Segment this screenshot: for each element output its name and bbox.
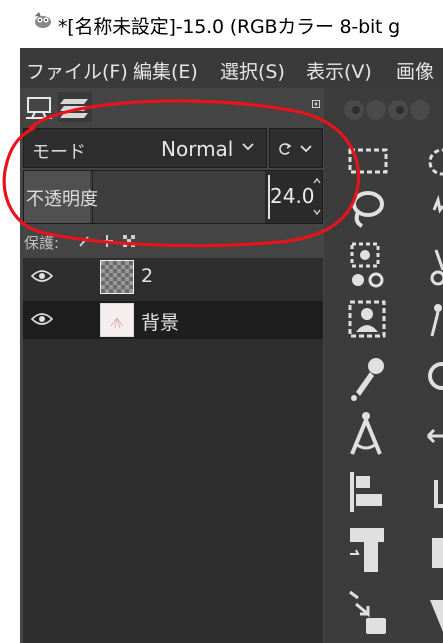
mode-combo[interactable]: モード Normal <box>23 128 267 168</box>
layers-icon <box>60 99 88 118</box>
zoom-icon[interactable] <box>424 360 443 396</box>
opacity-label: 不透明度 <box>26 189 98 210</box>
layer-name[interactable]: 2 <box>141 265 153 287</box>
tab-layers[interactable] <box>58 92 92 122</box>
menu-image[interactable]: 画像 <box>396 57 434 84</box>
lock-position-icon[interactable] <box>100 234 114 248</box>
lock-label: 保護: <box>24 234 60 252</box>
dock-menu-icon[interactable] <box>312 100 320 108</box>
layer-row[interactable]: 背景 <box>23 301 323 339</box>
wilber-banner-icon <box>344 100 430 120</box>
menu-bar: ファイル(F) 編集(E) 選択(S) 表示(V) 画像 <box>20 48 443 88</box>
lock-alpha-icon[interactable] <box>122 234 136 248</box>
thumbnail-sketch <box>110 317 124 329</box>
layer-thumbnail <box>100 260 134 294</box>
perspective-icon[interactable] <box>424 596 443 636</box>
ellipse-select-icon[interactable] <box>424 144 443 180</box>
rotate-icon[interactable] <box>424 532 443 576</box>
dock-tabs <box>20 88 324 126</box>
composite-mode-icon <box>279 143 292 155</box>
menu-view[interactable]: 表示(V) <box>306 57 372 84</box>
tab-display[interactable] <box>22 92 56 122</box>
layers-dock: モード Normal 不透明度 24.0 保護: 2 背景 <box>20 88 324 643</box>
mode-label: モード <box>32 142 86 163</box>
display-icon <box>26 97 52 119</box>
toolbox <box>324 88 443 643</box>
eye-icon[interactable] <box>31 312 53 326</box>
paths-icon[interactable] <box>424 302 443 342</box>
chevron-down-icon <box>242 143 254 151</box>
menu-file[interactable]: ファイル(F) <box>26 57 128 84</box>
menu-select[interactable]: 選択(S) <box>220 57 285 84</box>
menu-edit[interactable]: 編集(E) <box>133 57 198 84</box>
crop-icon[interactable] <box>424 476 443 516</box>
fuzzy-select-icon[interactable] <box>424 192 443 228</box>
move-icon[interactable] <box>424 418 443 454</box>
layer-row[interactable]: 2 <box>23 258 323 296</box>
window-title: *[名称未設定]-15.0 (RGBカラー 8-bit g <box>58 16 400 38</box>
unified-transform-icon[interactable] <box>346 524 390 580</box>
lasso-icon[interactable] <box>346 188 390 232</box>
opacity-value[interactable]: 24.0 <box>270 184 315 208</box>
spin-down-icon[interactable] <box>313 209 321 215</box>
title-bar: *[名称未設定]-15.0 (RGBカラー 8-bit g <box>0 0 443 48</box>
mode-value: Normal <box>161 137 234 161</box>
opacity-slider[interactable]: 不透明度 24.0 <box>23 170 323 224</box>
chevron-down-icon <box>300 145 312 153</box>
foreground-select-icon[interactable] <box>346 298 390 342</box>
layer-list: 2 背景 <box>23 258 323 643</box>
gimp-logo-icon <box>35 12 51 28</box>
mode-row: モード Normal <box>23 128 323 168</box>
composite-mode-combo[interactable] <box>269 128 323 168</box>
layer-name[interactable]: 背景 <box>141 308 179 335</box>
opacity-track <box>90 171 265 223</box>
lock-pixels-icon[interactable] <box>78 234 92 248</box>
color-picker-icon[interactable] <box>346 354 390 404</box>
handle-transform-icon[interactable] <box>346 588 390 638</box>
eye-icon[interactable] <box>31 269 53 283</box>
scissors-icon[interactable] <box>424 244 443 288</box>
align-icon[interactable] <box>346 468 390 518</box>
rect-select-icon[interactable] <box>346 144 390 180</box>
select-by-color-icon[interactable] <box>346 240 390 290</box>
gimp-window: ファイル(F) 編集(E) 選択(S) 表示(V) 画像 モード Normal … <box>20 48 443 643</box>
measure-icon[interactable] <box>346 410 390 460</box>
spin-up-icon[interactable] <box>313 178 321 184</box>
layer-thumbnail <box>100 303 134 337</box>
